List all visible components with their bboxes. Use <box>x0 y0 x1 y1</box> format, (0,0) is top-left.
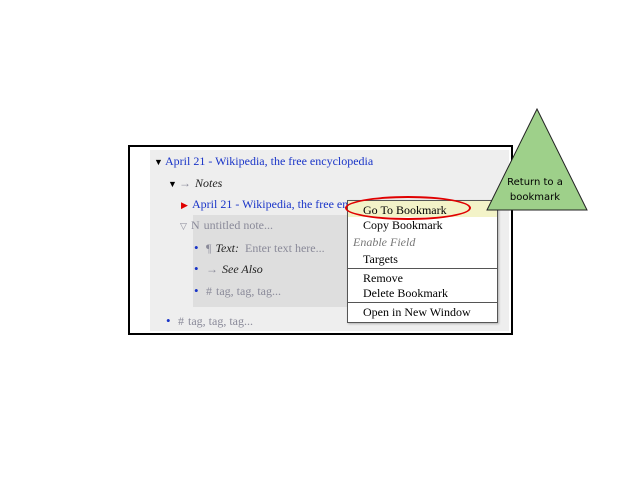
root-tags-row[interactable]: • # tag, tag, tag... <box>166 313 253 329</box>
text-field-row[interactable]: • ¶ Text: Enter text here... <box>194 240 325 256</box>
callout-line-2: bookmark <box>509 192 561 203</box>
note-row[interactable]: ▽ Nuntitled note... <box>180 217 273 234</box>
arrow-icon: → <box>179 176 191 190</box>
bullet-icon: • <box>166 313 171 328</box>
note-icon: N <box>191 218 200 232</box>
text-input[interactable]: Enter text here... <box>245 241 325 255</box>
bullet-icon: • <box>194 240 199 255</box>
menu-item-delete-bookmark[interactable]: Delete Bookmark <box>363 286 448 300</box>
note-title-input[interactable]: untitled note... <box>204 218 273 232</box>
callout-line-1: Return to a <box>507 177 563 188</box>
text-label: Text: <box>215 241 239 255</box>
menu-item-remove[interactable]: Remove <box>363 271 403 285</box>
collapse-triangle-icon[interactable]: ▼ <box>154 154 165 170</box>
hash-icon: # <box>178 314 184 328</box>
hash-icon: # <box>206 284 212 298</box>
callout-text: Return to a bookmark <box>502 175 568 205</box>
notes-label: Notes <box>195 176 223 190</box>
root-bookmark-link[interactable]: April 21 - Wikipedia, the free encyclope… <box>165 154 373 168</box>
bullet-icon: • <box>194 261 199 276</box>
collapse-triangle-icon[interactable]: ▼ <box>168 176 179 192</box>
see-also-row[interactable]: • → See Also <box>194 261 263 277</box>
pilcrow-icon: ¶ <box>206 241 212 255</box>
see-also-label: See Also <box>222 262 263 276</box>
menu-separator <box>348 268 497 269</box>
menu-item-enable-field: Enable Field <box>353 235 416 249</box>
highlight-oval <box>345 196 471 220</box>
bullet-icon: • <box>194 283 199 298</box>
notes-row[interactable]: ▼ → Notes <box>168 175 222 192</box>
menu-separator <box>348 302 497 303</box>
arrow-icon: → <box>206 262 218 276</box>
expand-triangle-icon[interactable]: ▶ <box>181 197 192 213</box>
collapse-outline-triangle-icon[interactable]: ▽ <box>180 218 191 234</box>
root-bookmark-row[interactable]: ▼ April 21 - Wikipedia, the free encyclop… <box>154 153 373 170</box>
note-tags-row[interactable]: • # tag, tag, tag... <box>194 283 281 299</box>
menu-item-copy-bookmark[interactable]: Copy Bookmark <box>363 218 443 232</box>
menu-item-targets[interactable]: Targets <box>363 252 398 266</box>
note-tags-input[interactable]: tag, tag, tag... <box>216 284 281 298</box>
root-tags-input[interactable]: tag, tag, tag... <box>188 314 253 328</box>
menu-item-open-in-new-window[interactable]: Open in New Window <box>363 305 471 319</box>
